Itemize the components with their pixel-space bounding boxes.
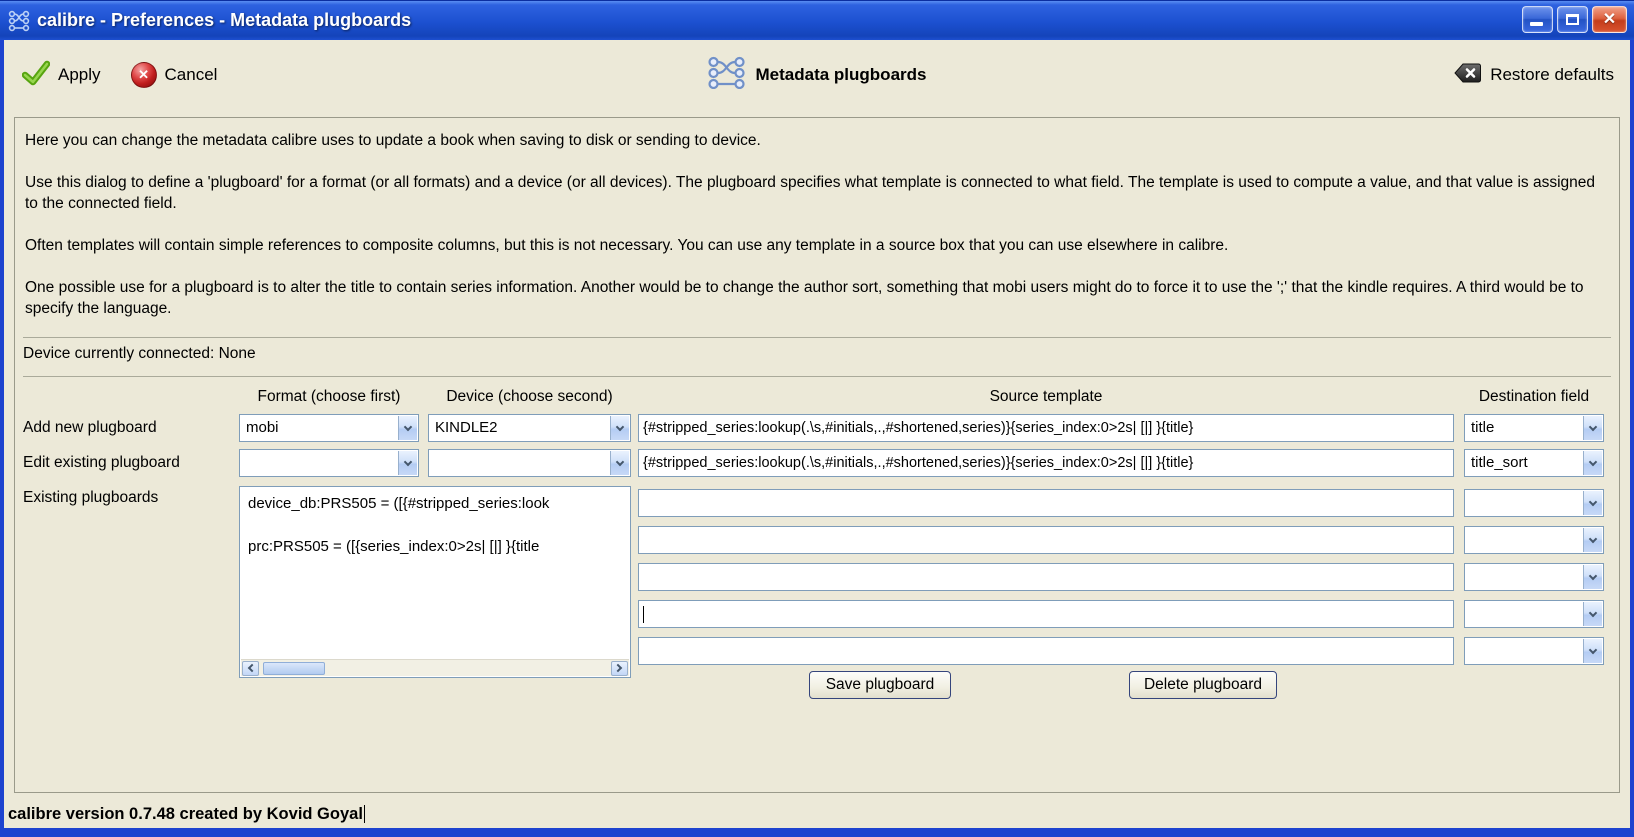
divider bbox=[23, 376, 1611, 377]
chevron-down-icon[interactable] bbox=[1583, 416, 1602, 440]
preferences-window: calibre - Preferences - Metadata plugboa… bbox=[0, 0, 1634, 837]
slot-destination-select-3[interactable] bbox=[1464, 563, 1604, 591]
edit-destination-select[interactable]: title_sort bbox=[1464, 449, 1604, 477]
add-format-select[interactable]: mobi bbox=[239, 414, 419, 442]
add-device-select[interactable]: KINDLE2 bbox=[428, 414, 631, 442]
text-cursor bbox=[363, 805, 365, 823]
add-format-value: mobi bbox=[246, 419, 279, 436]
intro-paragraph-4: One possible use for a plugboard is to a… bbox=[25, 279, 1584, 317]
horizontal-scrollbar[interactable] bbox=[241, 659, 629, 676]
edit-format-select[interactable] bbox=[239, 449, 419, 477]
device-column-header: Device (choose second) bbox=[446, 388, 613, 405]
source-template-column-header: Source template bbox=[989, 388, 1103, 405]
chevron-down-icon[interactable] bbox=[1583, 639, 1602, 663]
cancel-label: Cancel bbox=[164, 65, 218, 84]
slot-destination-select-2[interactable] bbox=[1464, 526, 1604, 554]
destination-field-column-header: Destination field bbox=[1478, 388, 1590, 405]
intro-paragraph-2: Use this dialog to define a 'plugboard' … bbox=[25, 174, 1595, 212]
scroll-left-button[interactable] bbox=[242, 660, 259, 676]
chevron-down-icon[interactable] bbox=[1583, 451, 1602, 475]
slot-source-template-input-1[interactable] bbox=[638, 489, 1454, 517]
window-controls: ✕ bbox=[1522, 6, 1627, 33]
slot-source-template-input-4[interactable] bbox=[638, 600, 1454, 628]
slot-destination-select-4[interactable] bbox=[1464, 600, 1604, 628]
main-panel: Here you can change the metadata calibre… bbox=[14, 117, 1620, 793]
calibre-logo-icon bbox=[8, 10, 30, 32]
chevron-down-icon[interactable] bbox=[1583, 491, 1602, 515]
existing-plugboards-list[interactable]: device_db:PRS505 = ([{#stripped_series:l… bbox=[239, 486, 631, 678]
add-destination-select[interactable]: title bbox=[1464, 414, 1604, 442]
minimize-button[interactable] bbox=[1522, 6, 1553, 33]
slot-source-template-input-3[interactable] bbox=[638, 563, 1454, 591]
backspace-x-icon bbox=[1454, 63, 1482, 88]
restore-defaults-label: Restore defaults bbox=[1490, 65, 1614, 84]
chevron-down-icon[interactable] bbox=[1583, 565, 1602, 589]
chevron-down-icon[interactable] bbox=[398, 416, 417, 440]
version-text: calibre version 0.7.48 created by Kovid … bbox=[8, 805, 363, 823]
close-icon: ✕ bbox=[1602, 10, 1617, 28]
maximize-icon bbox=[1566, 14, 1579, 25]
scrollbar-thumb[interactable] bbox=[263, 662, 325, 675]
chevron-right-icon bbox=[613, 663, 623, 673]
check-icon bbox=[21, 60, 51, 91]
text-cursor bbox=[643, 606, 644, 623]
slot-source-template-input-5[interactable] bbox=[638, 637, 1454, 665]
chevron-down-icon[interactable] bbox=[1583, 528, 1602, 552]
list-item[interactable]: device_db:PRS505 = ([{#stripped_series:l… bbox=[240, 493, 630, 514]
plugboard-icon bbox=[708, 56, 746, 94]
list-item[interactable]: prc:PRS505 = ([{series_index:0>2s| [|] }… bbox=[240, 536, 630, 557]
apply-label: Apply bbox=[58, 65, 101, 84]
window-body: Apply ✕ Cancel Metadata plugboards Resto… bbox=[0, 40, 1634, 837]
chevron-down-icon[interactable] bbox=[398, 451, 417, 475]
status-bar: calibre version 0.7.48 created by Kovid … bbox=[8, 805, 365, 824]
add-device-value: KINDLE2 bbox=[435, 419, 498, 436]
chevron-left-icon bbox=[247, 663, 257, 673]
chevron-down-icon[interactable] bbox=[610, 451, 629, 475]
add-new-plugboard-label: Add new plugboard bbox=[23, 419, 157, 436]
add-destination-value: title bbox=[1471, 419, 1495, 436]
apply-button[interactable]: Apply bbox=[21, 60, 101, 91]
slot-destination-select-5[interactable] bbox=[1464, 637, 1604, 665]
cancel-circle-icon: ✕ bbox=[130, 62, 157, 88]
maximize-button[interactable] bbox=[1557, 6, 1588, 33]
edit-existing-plugboard-label: Edit existing plugboard bbox=[23, 454, 180, 471]
page-title: Metadata plugboards bbox=[755, 65, 927, 84]
scroll-right-button[interactable] bbox=[611, 660, 628, 676]
page-heading: Metadata plugboards bbox=[708, 56, 927, 94]
intro-paragraph-1: Here you can change the metadata calibre… bbox=[25, 132, 761, 149]
slot-source-template-input-2[interactable] bbox=[638, 526, 1454, 554]
divider bbox=[23, 337, 1611, 338]
save-plugboard-button[interactable]: Save plugboard bbox=[809, 671, 951, 699]
toolbar: Apply ✕ Cancel Metadata plugboards Resto… bbox=[4, 40, 1630, 110]
device-connected-status: Device currently connected: None bbox=[23, 345, 256, 362]
chevron-down-icon[interactable] bbox=[610, 416, 629, 440]
slot-destination-select-1[interactable] bbox=[1464, 489, 1604, 517]
minimize-icon bbox=[1530, 22, 1543, 26]
intro-paragraph-3: Often templates will contain simple refe… bbox=[25, 237, 1229, 254]
add-source-template-input[interactable] bbox=[638, 414, 1454, 442]
intro-text: Here you can change the metadata calibre… bbox=[15, 118, 1619, 319]
chevron-down-icon[interactable] bbox=[1583, 602, 1602, 626]
titlebar[interactable]: calibre - Preferences - Metadata plugboa… bbox=[0, 0, 1634, 40]
close-button[interactable]: ✕ bbox=[1592, 6, 1627, 33]
format-column-header: Format (choose first) bbox=[257, 388, 401, 405]
edit-source-template-input[interactable] bbox=[638, 449, 1454, 477]
edit-destination-value: title_sort bbox=[1471, 454, 1528, 471]
restore-defaults-button[interactable]: Restore defaults bbox=[1454, 63, 1614, 88]
delete-plugboard-button[interactable]: Delete plugboard bbox=[1129, 671, 1277, 699]
existing-plugboards-label: Existing plugboards bbox=[23, 489, 159, 506]
edit-device-select[interactable] bbox=[428, 449, 631, 477]
window-title: calibre - Preferences - Metadata plugboa… bbox=[37, 10, 412, 30]
cancel-button[interactable]: ✕ Cancel bbox=[130, 62, 218, 88]
